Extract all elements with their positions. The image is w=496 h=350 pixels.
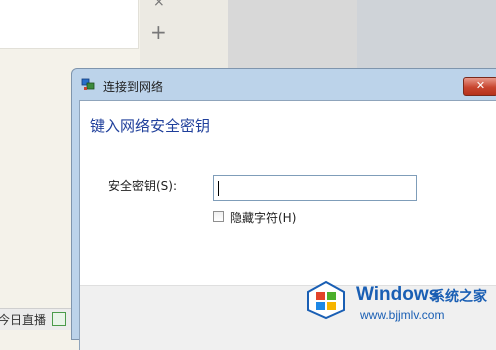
watermark-brand: Windows [356,284,440,305]
dialog-title: 连接到网络 [103,80,164,94]
taskbar-item-label[interactable]: 今日直播 [0,311,46,328]
close-tab-icon[interactable]: × [153,0,165,10]
windows-logo-icon [307,280,345,320]
background-strip-right [357,0,496,68]
security-key-input[interactable] [213,175,417,201]
watermark: Windows 系统之家 www.bjjmlv.com [296,268,496,329]
dialog-heading: 键入网络安全密钥 [90,117,211,135]
security-key-label: 安全密钥(S): [108,179,178,193]
background-panel [0,0,139,49]
taskbar-app-icon[interactable] [52,312,66,326]
close-button[interactable]: ✕ [463,77,496,96]
watermark-brand-suffix: 系统之家 [431,289,487,305]
hide-characters-checkbox[interactable] [213,211,224,222]
network-icon [81,78,95,90]
add-tab-icon[interactable]: + [150,20,167,44]
hide-characters-label[interactable]: 隐藏字符(H) [230,209,296,226]
dialog-titlebar[interactable]: 连接到网络 ✕ [72,69,496,100]
watermark-url: www.bjjmlv.com [360,308,445,322]
text-caret [218,181,219,196]
